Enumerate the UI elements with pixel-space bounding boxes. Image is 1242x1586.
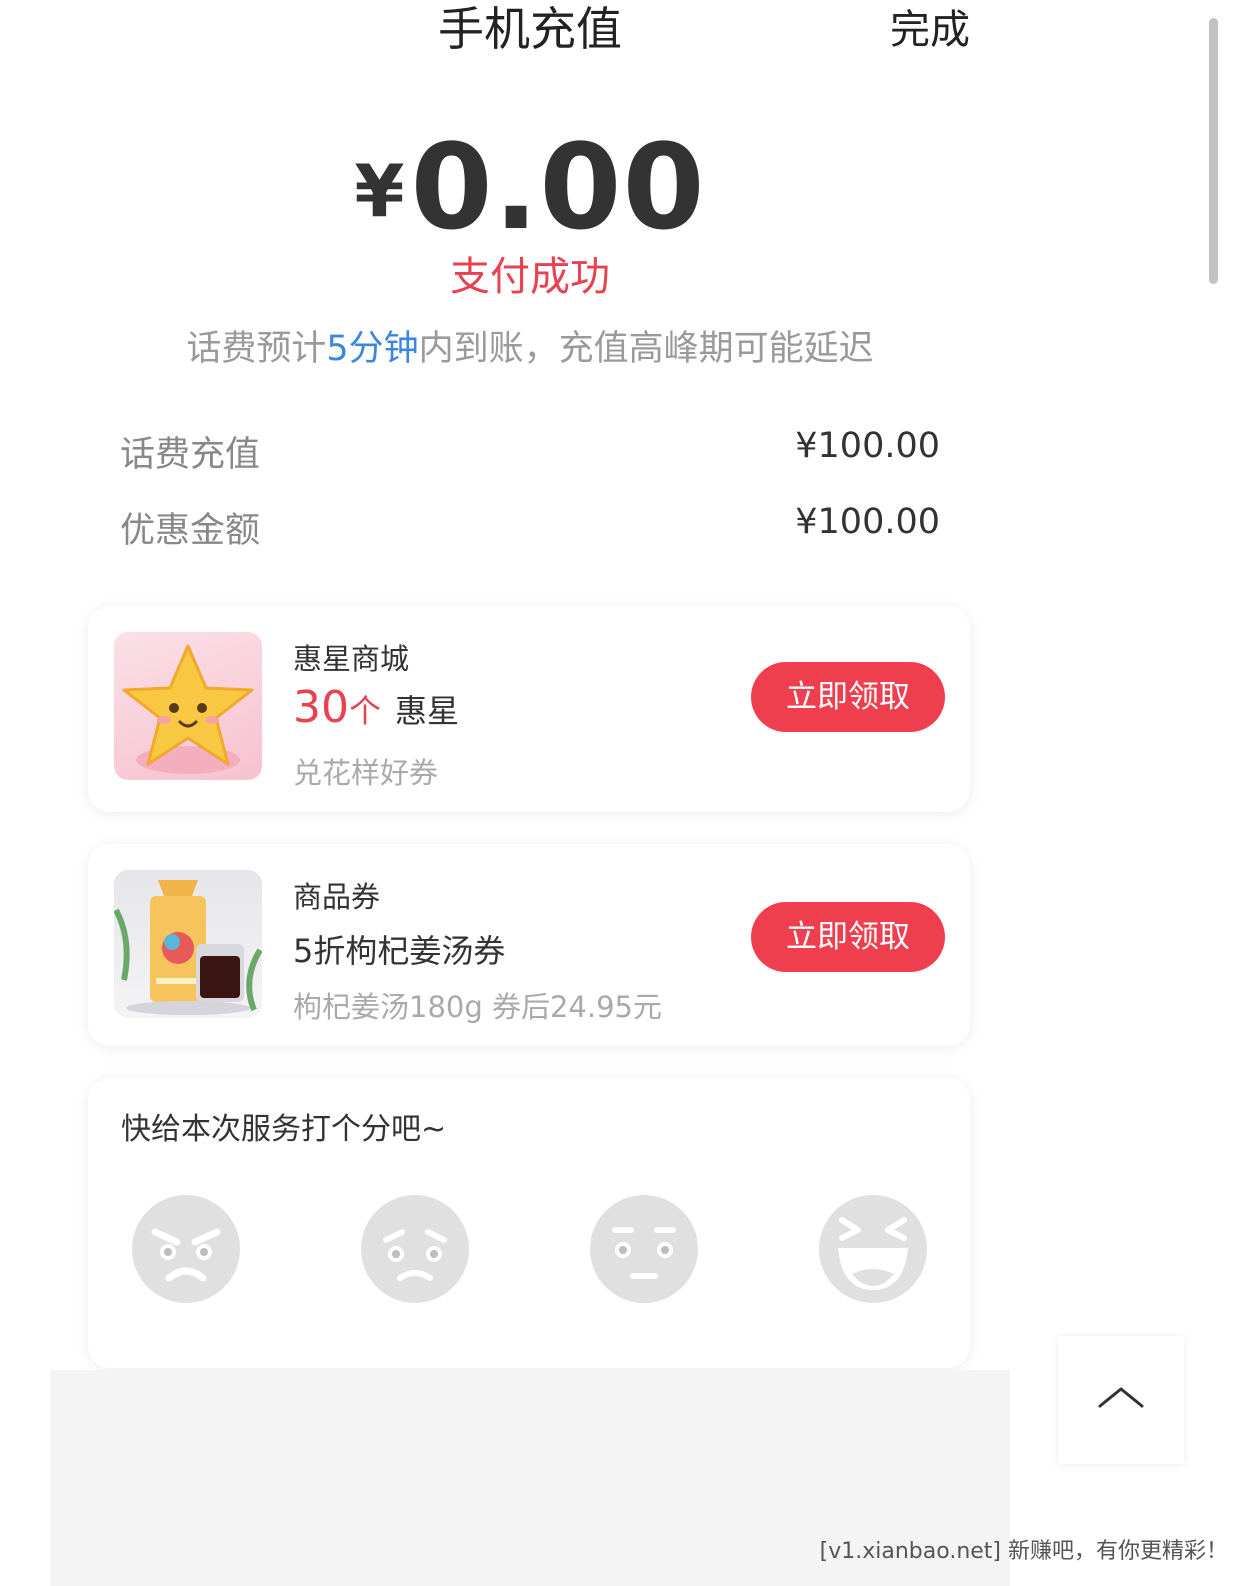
arrival-note: 话费预计5分钟内到账，充值高峰期可能延迟 [0, 320, 1060, 371]
reward-count: 30 [293, 682, 349, 733]
card-title: 商品券 [293, 880, 381, 914]
goji-ginger-soup-product-image [114, 870, 262, 1018]
note-suffix: 内到账，充值高峰期可能延迟 [418, 329, 874, 369]
laughing-face-icon[interactable] [818, 1194, 928, 1304]
note-prefix: 话费预计 [186, 329, 327, 369]
claim-button[interactable]: 立即领取 [751, 902, 945, 972]
rating-card: 快给本次服务打个分吧~ [88, 1078, 970, 1368]
reward-unit: 个 [349, 692, 382, 730]
reward-card-stars: 惠星商城 30个 惠星 兑花样好券 立即领取 [88, 606, 970, 812]
sad-face-icon[interactable] [360, 1194, 470, 1304]
detail-row-recharge: 话费充值 ¥100.00 [120, 426, 940, 477]
reward-name: 惠星 [395, 692, 460, 730]
detail-label: 话费充值 [120, 435, 261, 475]
card-reward: 30个 惠星 [293, 682, 459, 733]
payment-amount: ¥0.00 [0, 118, 1060, 256]
claim-button[interactable]: 立即领取 [751, 662, 945, 732]
currency-symbol: ¥ [354, 149, 405, 233]
neutral-face-icon[interactable] [589, 1194, 699, 1304]
payment-status: 支付成功 [450, 254, 610, 300]
detail-value: ¥100.00 [795, 502, 940, 542]
detail-label: 优惠金额 [120, 511, 261, 551]
note-highlight: 5分钟 [326, 329, 419, 369]
card-title: 惠星商城 [293, 642, 410, 676]
reward-card-coupon: 商品券 5折枸杞姜汤券 枸杞姜汤180g 券后24.95元 立即领取 [88, 844, 970, 1046]
angry-face-icon[interactable] [131, 1194, 241, 1304]
amount-value: 0.00 [410, 118, 706, 256]
back-to-top-button[interactable] [1058, 1336, 1184, 1464]
detail-row-discount: 优惠金额 ¥100.00 [120, 502, 940, 553]
card-coupon-name: 5折枸杞姜汤券 [293, 932, 506, 970]
star-mascot-image [114, 632, 262, 780]
done-button[interactable]: 完成 [890, 4, 970, 56]
watermark-text: [v1.xianbao.net] 新赚吧，有你更精彩！ [819, 1539, 1228, 1564]
chevron-up-icon [1098, 1387, 1144, 1408]
card-subtitle: 枸杞姜汤180g 券后24.95元 [293, 990, 662, 1024]
scrollbar-thumb[interactable] [1209, 18, 1218, 284]
card-subtitle: 兑花样好券 [293, 756, 439, 790]
rating-title: 快给本次服务打个分吧~ [121, 1112, 447, 1147]
detail-value: ¥100.00 [795, 426, 940, 466]
